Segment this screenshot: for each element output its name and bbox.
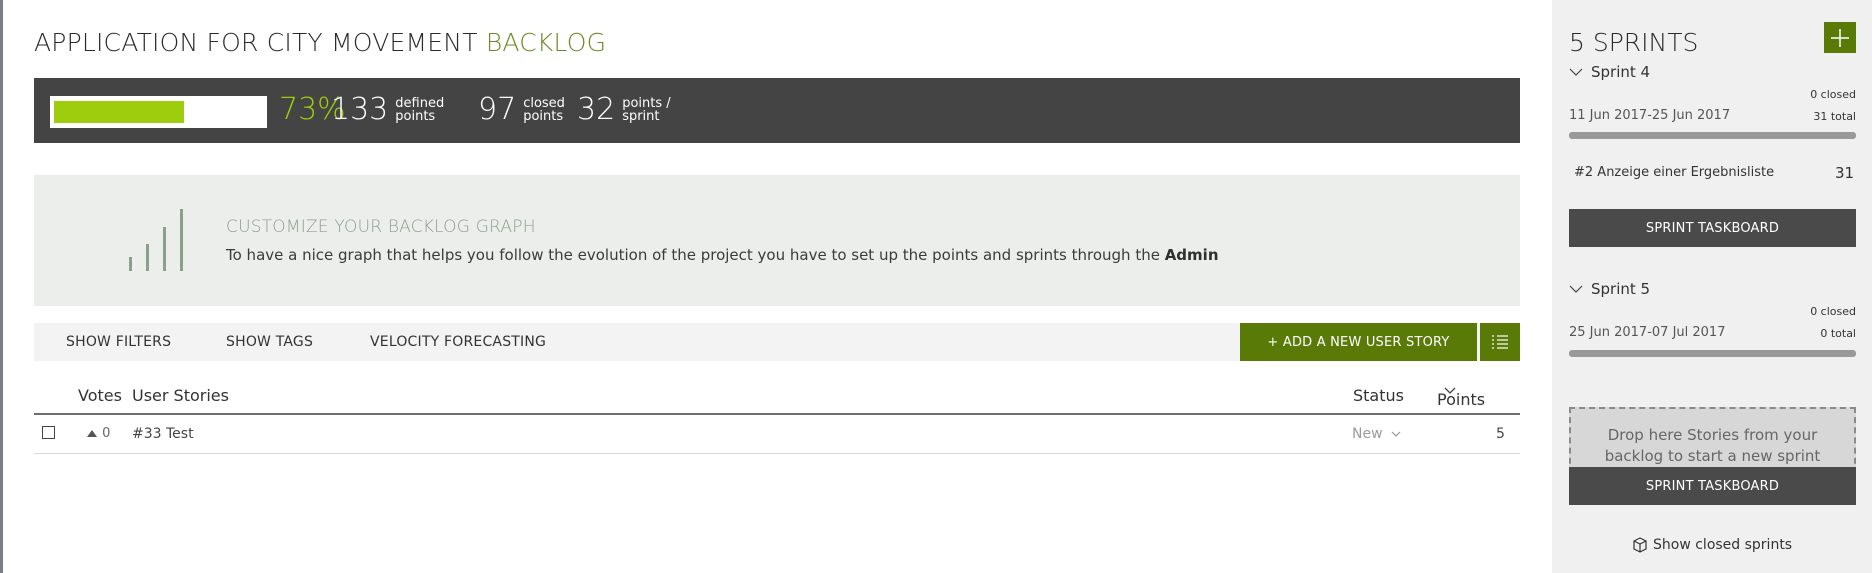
show-closed-sprints-link[interactable]: Show closed sprints (1632, 537, 1792, 553)
progress-bar (50, 96, 267, 128)
vote-count: 0 (102, 426, 111, 441)
sprint-4-toggle[interactable]: Sprint 4 (1569, 63, 1650, 81)
show-filters-button[interactable]: SHOW FILTERS (66, 334, 171, 350)
closed-points-value: 97 (478, 92, 517, 127)
backlog-table-header: Votes User Stories Status Points (34, 382, 1520, 415)
story-title-link[interactable]: #33 Test (132, 426, 194, 442)
graph-description: To have a nice graph that helps you foll… (226, 246, 1219, 264)
add-sprint-button[interactable] (1824, 22, 1856, 53)
admin-link[interactable]: Admin (1165, 246, 1219, 264)
points-per-sprint-label: points / sprint (622, 95, 671, 124)
box-icon (1633, 537, 1647, 553)
votes-column-header: Votes (78, 386, 122, 405)
sprints-title: 5 SPRINTS (1569, 28, 1699, 57)
story-status-dropdown[interactable]: New (1352, 426, 1402, 442)
stories-column-header: User Stories (132, 386, 229, 405)
customize-graph-panel: CUSTOMIZE YOUR BACKLOG GRAPH To have a n… (34, 175, 1520, 306)
show-closed-sprints-label: Show closed sprints (1653, 537, 1793, 553)
graph-heading: CUSTOMIZE YOUR BACKLOG GRAPH (226, 217, 536, 237)
progress-bar-fill (54, 101, 184, 123)
points-per-sprint-stat: 32 points / sprint (577, 92, 671, 127)
chevron-down-icon (1569, 285, 1583, 293)
window-left-edge (0, 0, 3, 573)
sprint-5-dates: 25 Jun 2017-07 Jul 2017 (1569, 325, 1726, 340)
project-name: APPLICATION FOR CITY MOVEMENT (34, 28, 478, 57)
sprint-4-name: Sprint 4 (1591, 63, 1651, 81)
sprint-4-taskboard-button[interactable]: SPRINT TASKBOARD (1569, 209, 1856, 247)
sprint-4-story-link[interactable]: #2 Anzeige einer Ergebnisliste (1574, 165, 1774, 180)
story-points[interactable]: 5 (1496, 426, 1505, 442)
velocity-forecasting-button[interactable]: VELOCITY FORECASTING (370, 334, 546, 350)
sprint-4-closed: 0 closed (1810, 88, 1856, 101)
table-row[interactable]: 0 #33 Test New 5 (34, 416, 1520, 454)
list-icon (1492, 335, 1508, 349)
row-checkbox[interactable] (42, 426, 55, 439)
sprint-5-progress-bar (1569, 350, 1856, 357)
closed-points-stat: 97 closed points (478, 92, 565, 127)
defined-points-value: 133 (331, 92, 389, 127)
show-tags-button[interactable]: SHOW TAGS (226, 334, 313, 350)
sprint-4-story-points: 31 (1835, 164, 1855, 182)
backlog-toolbar: SHOW FILTERS SHOW TAGS VELOCITY FORECAST… (34, 323, 1520, 361)
graph-description-text: To have a nice graph that helps you foll… (226, 246, 1165, 264)
status-column-header: Status (1353, 386, 1404, 405)
chevron-down-icon (1569, 68, 1583, 76)
sprints-sidebar: 5 SPRINTS Sprint 4 0 closed 11 Jun 2017-… (1552, 0, 1872, 573)
points-per-sprint-value: 32 (577, 92, 616, 127)
sprint-5-taskboard-button[interactable]: SPRINT TASKBOARD (1569, 467, 1856, 505)
add-user-story-button[interactable]: + ADD A NEW USER STORY (1240, 323, 1477, 361)
upvote-icon (87, 430, 97, 437)
defined-points-label: defined points (395, 95, 445, 124)
points-column-header[interactable]: Points (1437, 386, 1485, 409)
sprint-4-total: 31 total (1813, 110, 1856, 123)
closed-points-label: closed points (523, 95, 565, 124)
vote-control[interactable]: 0 (86, 426, 110, 441)
section-name: BACKLOG (485, 28, 607, 57)
sprint-4-progress-bar (1569, 132, 1856, 139)
chevron-down-icon (1391, 431, 1401, 437)
backlog-main: APPLICATION FOR CITY MOVEMENT BACKLOG 73… (34, 0, 1520, 573)
story-status-value: New (1352, 426, 1383, 442)
sprint-5-name: Sprint 5 (1591, 280, 1651, 298)
sprint-5-total: 0 total (1820, 327, 1856, 340)
backlog-summary-bar: 73% 133 defined points 97 closed points … (34, 78, 1520, 143)
defined-points-stat: 133 defined points (331, 92, 444, 127)
page-title: APPLICATION FOR CITY MOVEMENT BACKLOG (34, 28, 606, 57)
sprint-4-dates: 11 Jun 2017-25 Jun 2017 (1569, 108, 1731, 123)
plus-icon (1831, 28, 1849, 47)
graph-bars-icon (129, 205, 199, 271)
points-column-label: Points (1437, 390, 1486, 409)
sprint-5-toggle[interactable]: Sprint 5 (1569, 280, 1650, 298)
sprint-5-closed: 0 closed (1810, 305, 1856, 318)
bulk-add-button[interactable] (1480, 323, 1520, 361)
